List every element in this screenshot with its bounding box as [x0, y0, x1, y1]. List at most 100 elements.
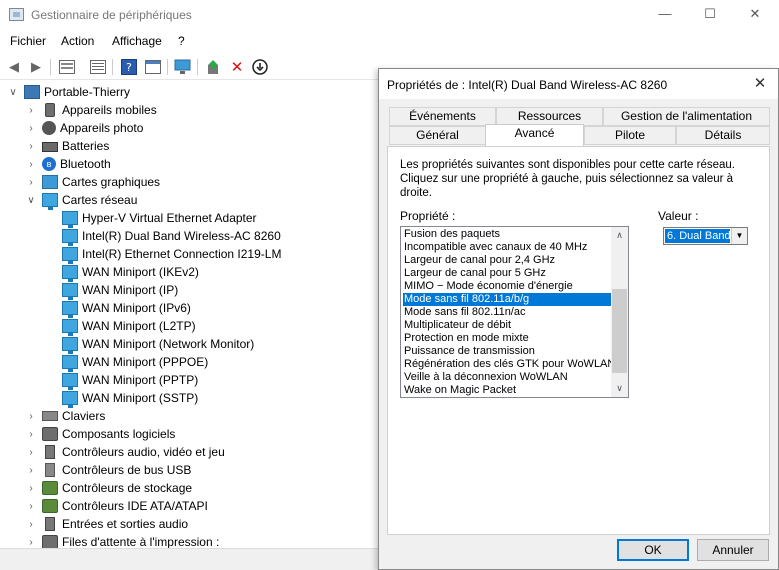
tree-item-label: Entrées et sorties audio — [62, 517, 189, 531]
tree-child-wan-netmon[interactable]: WAN Miniport (Network Monitor) — [62, 335, 255, 354]
tree-child-label: WAN Miniport (IP) — [82, 283, 179, 297]
listbox-scrollbar[interactable]: ∧ ∨ — [611, 227, 628, 397]
dialog-title-bar: Propriétés de : Intel(R) Dual Band Wirel… — [379, 69, 778, 99]
tree-item-appareils-photo[interactable]: › Appareils photo — [26, 119, 143, 137]
list-item[interactable]: Largeur de canal pour 2,4 GHz — [403, 254, 611, 267]
network-adapter-icon — [62, 301, 78, 318]
tree-item-files-impression[interactable]: › Files d'attente à l'impression : — [26, 533, 219, 548]
scroll-up-icon[interactable]: ∧ — [611, 227, 628, 244]
tree-item-controleurs-audio[interactable]: › Contrôleurs audio, vidéo et jeu — [26, 443, 225, 461]
list-item[interactable]: Largeur de canal pour 5 GHz — [403, 267, 611, 280]
chevron-right-icon[interactable]: › — [26, 105, 36, 116]
chevron-right-icon[interactable]: › — [26, 159, 36, 170]
tree-item-bluetooth[interactable]: › ʙ Bluetooth — [26, 155, 111, 173]
tree-child-intel-wireless[interactable]: Intel(R) Dual Band Wireless-AC 8260 — [62, 227, 281, 246]
list-item[interactable]: Incompatible avec canaux de 40 MHz — [403, 241, 611, 254]
property-listbox[interactable]: Fusion des paquets Incompatible avec can… — [400, 226, 629, 398]
list-item[interactable]: Fusion des paquets — [403, 228, 611, 241]
list-item[interactable]: Puissance de transmission — [403, 345, 611, 358]
usb-icon — [45, 463, 55, 477]
close-button[interactable]: ✕ — [740, 4, 770, 24]
chevron-right-icon[interactable]: › — [26, 141, 36, 152]
chevron-right-icon[interactable]: › — [26, 519, 36, 530]
tree-item-cartes-graphiques[interactable]: › Cartes graphiques — [26, 173, 160, 191]
properties-view-icon[interactable] — [57, 57, 77, 77]
tab-general[interactable]: Général — [389, 126, 486, 145]
tab-pilote[interactable]: Pilote — [584, 126, 676, 145]
list-item[interactable]: Veille à la déconnexion WoWLAN — [403, 371, 611, 384]
tree-child-wan-ikev2[interactable]: WAN Miniport (IKEv2) — [62, 263, 199, 282]
disable-device-icon[interactable] — [250, 57, 270, 77]
tab-evenements[interactable]: Événements — [389, 107, 496, 126]
tree-child-wan-sstp[interactable]: WAN Miniport (SSTP) — [62, 389, 198, 408]
chevron-right-icon[interactable]: › — [26, 501, 36, 512]
tree-item-controleurs-stockage[interactable]: › Contrôleurs de stockage — [26, 479, 192, 497]
list-item[interactable]: Multiplicateur de débit — [403, 319, 611, 332]
tree-child-wan-ip[interactable]: WAN Miniport (IP) — [62, 281, 179, 300]
tab-avance[interactable]: Avancé — [485, 124, 584, 146]
tree-root[interactable]: ∨ Portable-Thierry — [8, 83, 130, 101]
tree-item-batteries[interactable]: › Batteries — [26, 137, 109, 155]
chevron-right-icon[interactable]: › — [26, 177, 36, 188]
list-item[interactable]: Protection en mode mixte — [403, 332, 611, 345]
dialog-close-button[interactable]: ✕ — [748, 73, 772, 95]
list-item-selected[interactable]: Mode sans fil 802.11a/b/g — [403, 293, 611, 306]
tree-child-wan-l2tp[interactable]: WAN Miniport (L2TP) — [62, 317, 196, 336]
chevron-right-icon[interactable]: › — [26, 429, 36, 440]
list-item[interactable]: Régénération des clés GTK pour WoWLAN — [403, 358, 615, 371]
tab-gestion-alimentation[interactable]: Gestion de l'alimentation — [603, 107, 770, 126]
tree-item-claviers[interactable]: › Claviers — [26, 407, 105, 425]
chevron-right-icon[interactable]: › — [26, 123, 36, 134]
tree-child-intel-ethernet[interactable]: Intel(R) Ethernet Connection I219-LM — [62, 245, 282, 264]
value-dropdown[interactable]: 6. Dual Band ▼ — [663, 227, 748, 245]
chevron-right-icon[interactable]: › — [26, 483, 36, 494]
menu-help[interactable]: ? — [178, 34, 185, 48]
menu-affichage[interactable]: Affichage — [112, 34, 162, 48]
help-icon[interactable]: ? — [119, 57, 139, 77]
toolbar-separator — [112, 59, 113, 75]
menu-action[interactable]: Action — [61, 34, 94, 48]
tree-child-hyper-v[interactable]: Hyper-V Virtual Ethernet Adapter — [62, 209, 257, 228]
list-item[interactable]: Wake on Magic Packet — [403, 384, 611, 397]
toolbar-separator — [167, 59, 168, 75]
scroll-thumb[interactable] — [612, 289, 627, 373]
cancel-button[interactable]: Annuler — [697, 539, 769, 561]
forward-arrow-icon[interactable]: ▶ — [26, 57, 46, 77]
tree-item-controleurs-ide[interactable]: › Contrôleurs IDE ATA/ATAPI — [26, 497, 208, 515]
scan-hardware-icon[interactable] — [173, 57, 193, 77]
audio-io-icon — [45, 517, 55, 531]
tree-child-wan-ipv6[interactable]: WAN Miniport (IPv6) — [62, 299, 191, 318]
ok-button[interactable]: OK — [617, 539, 689, 561]
tree-item-appareils-mobiles[interactable]: › Appareils mobiles — [26, 101, 157, 119]
menu-fichier[interactable]: Fichier — [10, 34, 46, 48]
tree-child-label: Intel(R) Ethernet Connection I219-LM — [82, 247, 282, 261]
tree-child-label: WAN Miniport (Network Monitor) — [82, 337, 255, 351]
tree-item-label: Contrôleurs de stockage — [62, 481, 193, 495]
tree-item-cartes-reseau[interactable]: ∨ Cartes réseau — [26, 191, 137, 210]
chevron-right-icon[interactable]: › — [26, 447, 36, 458]
scroll-down-icon[interactable]: ∨ — [611, 380, 628, 397]
chevron-right-icon[interactable]: › — [26, 465, 36, 476]
update-driver-icon[interactable] — [204, 57, 224, 77]
network-adapter-icon — [62, 211, 78, 228]
tree-item-label: Claviers — [62, 409, 106, 423]
maximize-button[interactable]: ☐ — [695, 4, 725, 24]
chevron-down-icon[interactable]: ▼ — [731, 228, 747, 244]
chevron-right-icon[interactable]: › — [26, 411, 36, 422]
tree-child-wan-pppoe[interactable]: WAN Miniport (PPPOE) — [62, 353, 208, 372]
back-arrow-icon[interactable]: ◀ — [4, 57, 24, 77]
uninstall-icon[interactable]: ✕ — [227, 57, 247, 77]
console-icon[interactable] — [143, 57, 163, 77]
list-item[interactable]: Mode sans fil 802.11n/ac — [403, 306, 611, 319]
chevron-right-icon[interactable]: › — [26, 537, 36, 548]
list-view-icon[interactable] — [88, 57, 108, 77]
list-item[interactable]: MIMO − Mode économie d'énergie — [403, 280, 611, 293]
minimize-button[interactable]: — — [650, 4, 680, 24]
tree-child-wan-pptp[interactable]: WAN Miniport (PPTP) — [62, 371, 198, 390]
chevron-down-icon[interactable]: ∨ — [26, 195, 36, 206]
tree-item-controleurs-usb[interactable]: › Contrôleurs de bus USB — [26, 461, 191, 479]
chevron-down-icon[interactable]: ∨ — [8, 87, 18, 98]
tree-item-composants-logiciels[interactable]: › Composants logiciels — [26, 425, 175, 443]
tree-item-entrees-sorties-audio[interactable]: › Entrées et sorties audio — [26, 515, 188, 533]
tab-details[interactable]: Détails — [676, 126, 770, 145]
